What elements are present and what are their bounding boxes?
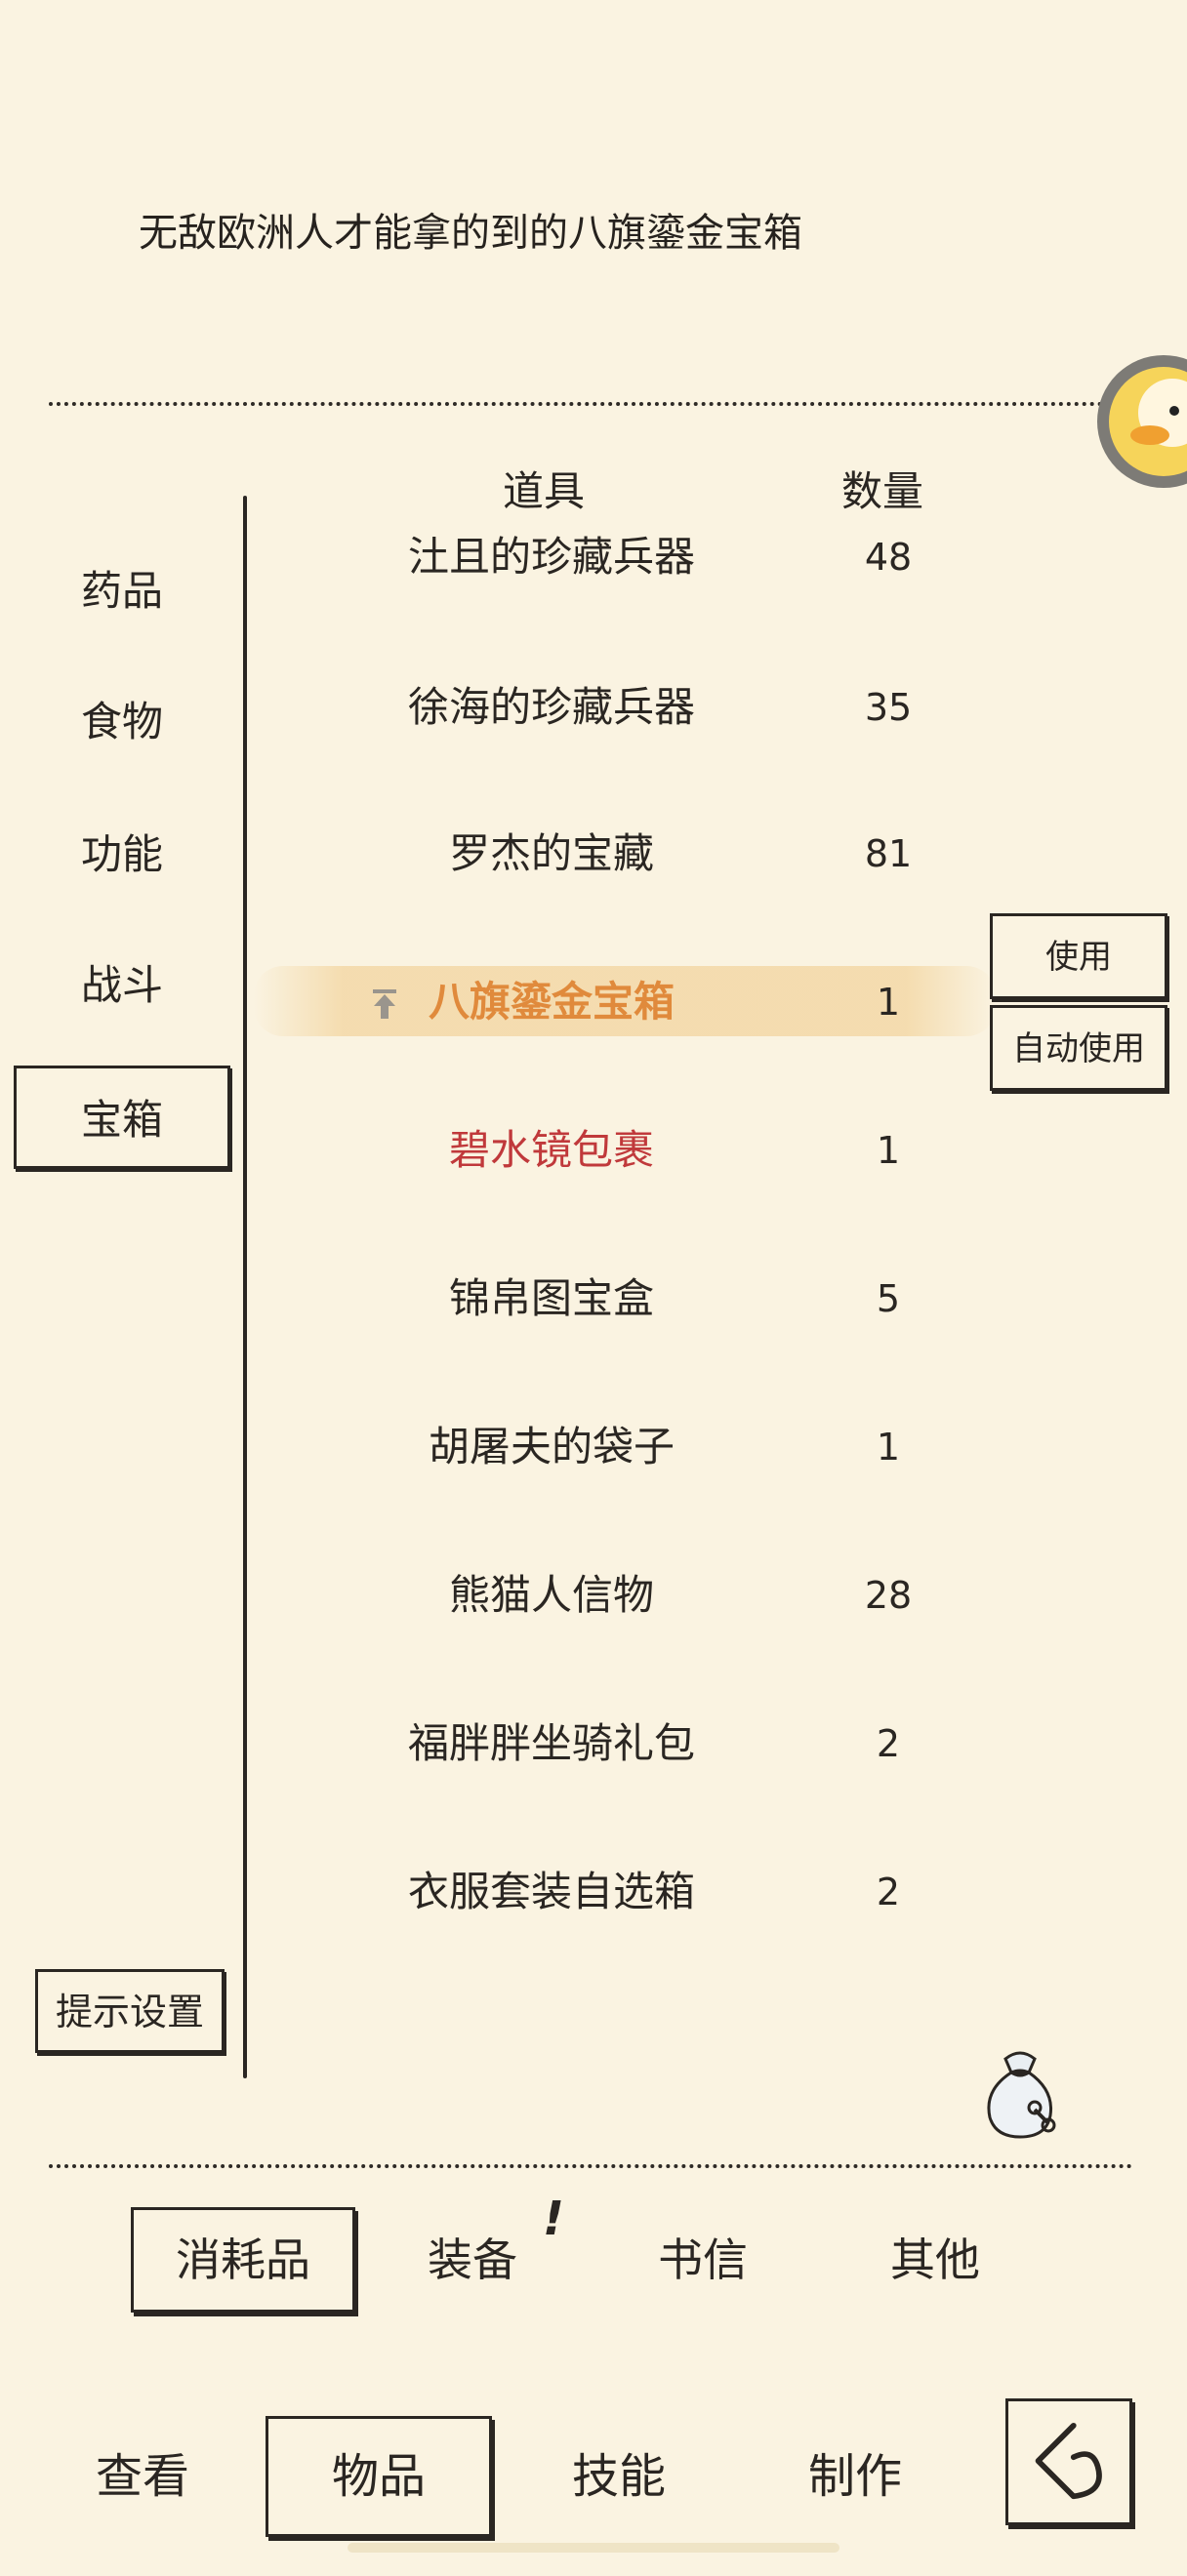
category-chest[interactable]: 宝箱: [14, 1066, 230, 1169]
item-row[interactable]: 罗杰的宝藏 81: [293, 810, 976, 898]
nav-skills[interactable]: 技能: [551, 2416, 687, 2537]
item-row[interactable]: 熊猫人信物 28: [293, 1551, 976, 1639]
nav-items[interactable]: 物品: [266, 2416, 492, 2537]
category-medicine[interactable]: 药品: [39, 552, 205, 630]
nav-view[interactable]: 查看: [74, 2416, 211, 2537]
item-row-selected[interactable]: 八旗鎏金宝箱 1: [293, 958, 976, 1046]
item-row[interactable]: 汢且的珍藏兵器 48: [293, 513, 976, 601]
item-bag-icon[interactable]: [966, 2039, 1074, 2147]
item-row[interactable]: 徐海的珍藏兵器 35: [293, 664, 976, 751]
item-row[interactable]: 福胖胖坐骑礼包 2: [293, 1700, 976, 1788]
item-description: 无敌欧洲人才能拿的到的八旗鎏金宝箱: [139, 211, 802, 256]
back-button[interactable]: [1005, 2398, 1132, 2525]
category-food[interactable]: 食物: [39, 683, 205, 761]
item-quantity: 28: [864, 1574, 913, 1617]
item-name: 锦帛图宝盒: [448, 1274, 654, 1322]
duck-avatar-icon[interactable]: [1097, 355, 1187, 488]
back-arrow-icon: [1035, 2422, 1102, 2500]
item-quantity: 2: [876, 1722, 901, 1765]
item-quantity: 1: [876, 1426, 901, 1469]
nav-crafting[interactable]: 制作: [787, 2416, 923, 2537]
item-row[interactable]: 衣服套装自选箱 2: [293, 1848, 976, 1936]
item-quantity: 1: [876, 981, 901, 1024]
item-name: 胡屠夫的袋子: [428, 1423, 675, 1470]
category-divider: [243, 496, 247, 2078]
tab-letters[interactable]: 书信: [634, 2207, 771, 2313]
category-battle[interactable]: 战斗: [39, 946, 205, 1025]
top-divider: [49, 402, 1103, 406]
item-name: 碧水镜包裹: [448, 1126, 654, 1174]
item-name: 熊猫人信物: [448, 1571, 654, 1619]
item-quantity: 1: [876, 1129, 901, 1172]
use-button[interactable]: 使用: [990, 913, 1167, 999]
tab-equipment[interactable]: 装备: [404, 2207, 541, 2313]
item-quantity: 35: [864, 686, 913, 729]
equipment-badge: !: [543, 2192, 564, 2246]
category-function[interactable]: 功能: [39, 816, 205, 894]
item-name: 罗杰的宝藏: [448, 829, 654, 877]
item-row[interactable]: 锦帛图宝盒 5: [293, 1255, 976, 1343]
item-name: 八旗鎏金宝箱: [428, 978, 675, 1026]
item-name: 福胖胖坐骑礼包: [407, 1719, 695, 1767]
home-indicator[interactable]: [348, 2543, 839, 2553]
item-name: 徐海的珍藏兵器: [407, 683, 695, 731]
auto-use-button[interactable]: 自动使用: [990, 1005, 1167, 1091]
item-quantity: 5: [876, 1277, 901, 1320]
item-quantity: 81: [864, 832, 913, 875]
item-quantity: 48: [864, 536, 913, 579]
tab-other[interactable]: 其他: [867, 2207, 1003, 2313]
header-quantity: 数量: [841, 467, 924, 515]
tab-consumables[interactable]: 消耗品: [131, 2207, 355, 2313]
item-row[interactable]: 胡屠夫的袋子 1: [293, 1403, 976, 1491]
item-row[interactable]: 碧水镜包裹 1: [293, 1107, 976, 1194]
item-name: 衣服套装自选箱: [407, 1868, 695, 1915]
header-item: 道具: [503, 467, 586, 515]
hint-settings-button[interactable]: 提示设置: [35, 1969, 225, 2053]
item-name: 汢且的珍藏兵器: [407, 533, 695, 581]
item-quantity: 2: [876, 1871, 901, 1913]
bottom-divider: [49, 2164, 1132, 2168]
